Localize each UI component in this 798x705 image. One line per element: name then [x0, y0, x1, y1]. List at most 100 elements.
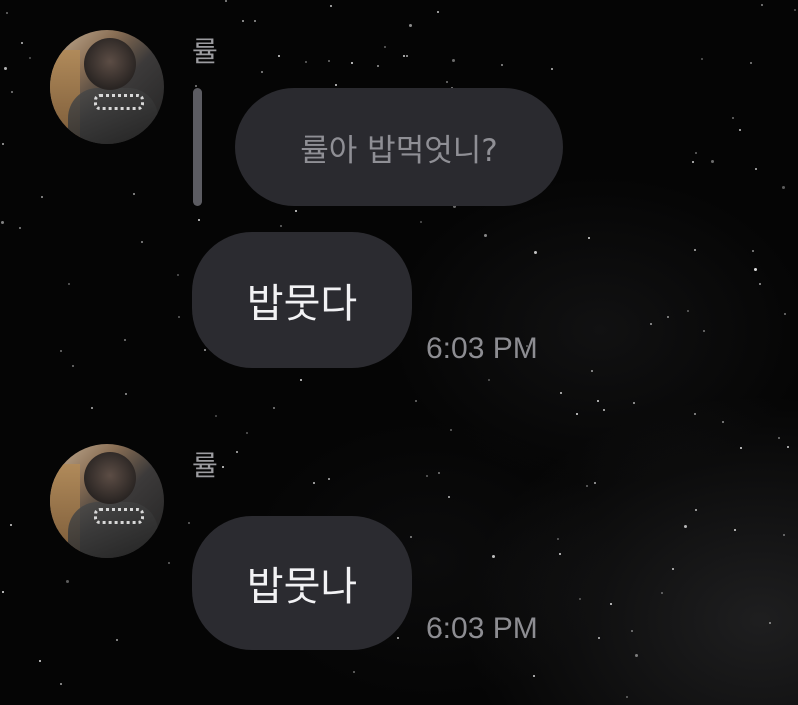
star	[650, 323, 652, 325]
star	[39, 660, 41, 662]
star	[488, 379, 490, 381]
star	[759, 283, 761, 285]
star	[633, 402, 635, 404]
star	[403, 55, 405, 57]
star	[305, 61, 307, 63]
star	[330, 5, 332, 7]
star	[752, 250, 754, 252]
star	[684, 525, 687, 528]
star	[579, 598, 581, 600]
star	[261, 71, 263, 73]
star	[29, 57, 31, 59]
star	[377, 65, 379, 67]
star	[21, 42, 23, 44]
star	[701, 58, 703, 60]
star	[687, 310, 689, 312]
star	[328, 60, 330, 62]
message-text: 밥뭇다	[246, 281, 358, 327]
star	[124, 339, 126, 341]
star	[711, 160, 714, 163]
star	[406, 55, 408, 57]
star	[631, 630, 633, 632]
star	[409, 24, 412, 27]
star	[125, 393, 127, 395]
star	[626, 696, 628, 698]
quoted-message-text: 률아 밥먹엇니?	[300, 132, 498, 169]
star	[740, 447, 742, 449]
star	[734, 529, 736, 531]
star	[551, 68, 553, 70]
star	[672, 568, 674, 570]
star	[397, 637, 399, 639]
avatar-photo-chain	[94, 508, 144, 524]
star	[695, 152, 697, 154]
star	[783, 534, 785, 536]
star	[694, 413, 696, 415]
star	[598, 637, 600, 639]
star	[141, 241, 143, 243]
star	[415, 400, 417, 402]
star	[420, 221, 422, 223]
star	[533, 675, 535, 677]
star	[437, 11, 439, 13]
star	[66, 580, 69, 583]
star	[784, 313, 786, 315]
star	[41, 196, 43, 198]
star	[560, 392, 562, 394]
star	[695, 509, 697, 511]
star	[204, 349, 206, 351]
avatar[interactable]	[50, 30, 164, 144]
star	[60, 683, 62, 685]
avatar-photo-head	[84, 38, 136, 90]
star	[91, 407, 93, 409]
star	[559, 553, 561, 555]
star	[300, 379, 302, 381]
star	[168, 562, 170, 564]
star	[273, 407, 275, 409]
star	[635, 654, 638, 657]
star	[426, 475, 428, 477]
star	[313, 482, 315, 484]
star	[501, 64, 503, 66]
star	[198, 219, 200, 221]
star	[603, 409, 605, 411]
star	[195, 85, 197, 87]
star	[722, 421, 724, 423]
star	[761, 4, 763, 6]
star	[242, 20, 244, 22]
message-bubble[interactable]: 밥뭇다	[192, 232, 412, 368]
quoted-message-bubble[interactable]: 률아 밥먹엇니?	[235, 88, 563, 206]
sender-name: 률	[192, 449, 218, 482]
star	[295, 210, 297, 212]
star	[438, 472, 440, 474]
star	[133, 193, 135, 195]
star	[225, 0, 227, 2]
star	[188, 522, 190, 524]
star	[178, 316, 180, 318]
star	[492, 555, 495, 558]
star	[557, 538, 559, 540]
star	[778, 437, 780, 439]
star	[732, 117, 734, 119]
star	[450, 429, 452, 431]
message-text: 밥뭇나	[246, 564, 358, 610]
message-timestamp: 6:03 PM	[426, 332, 538, 365]
avatar[interactable]	[50, 444, 164, 558]
star	[116, 639, 118, 641]
star	[4, 67, 7, 70]
star	[739, 129, 741, 131]
star	[661, 592, 663, 594]
message-bubble[interactable]: 밥뭇나	[192, 516, 412, 650]
star	[586, 485, 588, 487]
star	[236, 451, 238, 453]
star	[11, 91, 13, 93]
star	[19, 227, 21, 229]
star	[72, 365, 74, 367]
star	[446, 81, 448, 83]
star	[280, 225, 282, 227]
star	[351, 62, 353, 64]
star	[1, 221, 4, 224]
star	[794, 9, 796, 11]
star	[384, 46, 386, 48]
avatar-photo-chain	[94, 94, 144, 110]
